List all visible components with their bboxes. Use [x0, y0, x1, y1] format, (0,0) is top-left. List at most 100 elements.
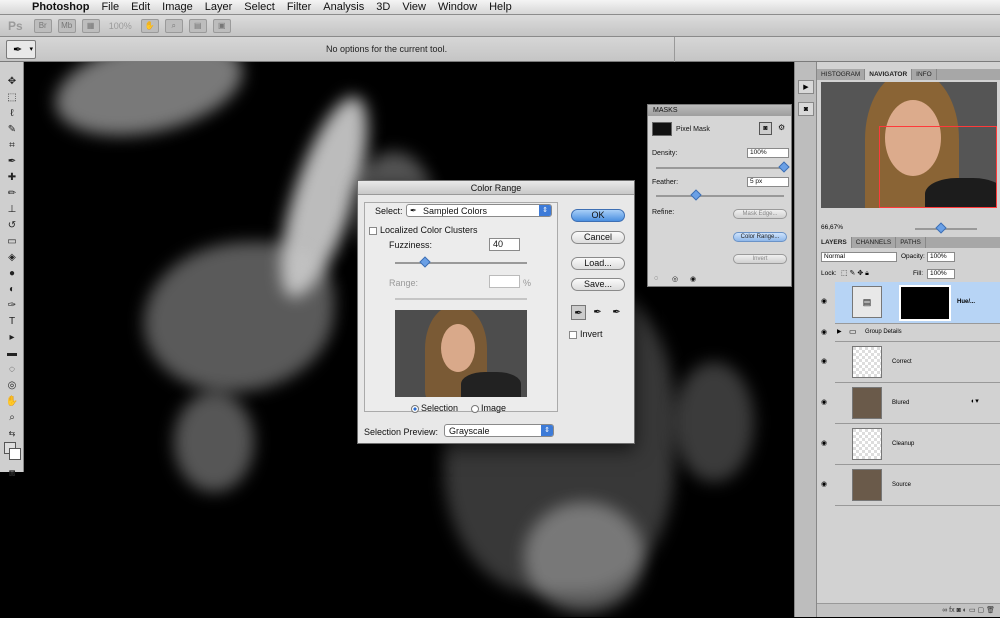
- menu-view[interactable]: View: [396, 1, 432, 13]
- menu-app[interactable]: Photoshop: [26, 1, 95, 13]
- density-input[interactable]: 100%: [747, 148, 789, 158]
- checkbox-box[interactable]: [369, 226, 377, 235]
- masks-panel-icon[interactable]: ◙: [798, 102, 814, 116]
- new-group-icon[interactable]: ▭: [969, 607, 976, 614]
- zoom-tool-icon[interactable]: ⌕: [164, 18, 183, 33]
- fuzziness-slider-thumb[interactable]: [419, 256, 432, 268]
- radio-off[interactable]: [471, 404, 479, 413]
- play-icon[interactable]: ▶: [798, 80, 814, 94]
- image-radio[interactable]: Image: [471, 403, 506, 413]
- hand-tool-icon[interactable]: ✋: [0, 394, 24, 410]
- pen-tool-icon[interactable]: ✑: [0, 298, 24, 314]
- zoom-tool-icon[interactable]: ⌕: [0, 410, 24, 426]
- smart-filter-icon[interactable]: ◐▾: [971, 397, 979, 405]
- menu-layer[interactable]: Layer: [199, 1, 239, 13]
- fill-input[interactable]: 100%: [927, 269, 955, 279]
- expand-triangle-icon[interactable]: ▶: [837, 328, 842, 335]
- tab-histogram[interactable]: HISTOGRAM: [817, 69, 866, 80]
- visibility-icon[interactable]: ◉: [690, 275, 696, 283]
- paint-bucket-tool-icon[interactable]: ◈: [0, 250, 24, 266]
- zoom-level[interactable]: 100%: [109, 21, 132, 31]
- save-button[interactable]: Save...: [571, 278, 625, 291]
- masks-panel-title[interactable]: MASKS: [648, 105, 791, 116]
- minibridge-button[interactable]: Mb: [57, 18, 76, 33]
- vector-mask-icon[interactable]: ⚙: [778, 123, 785, 132]
- menu-file[interactable]: File: [95, 1, 125, 13]
- color-range-button[interactable]: Color Range...: [733, 232, 787, 242]
- dodge-tool-icon[interactable]: ◐: [0, 282, 24, 298]
- selection-preview-dropdown[interactable]: Grayscale ⇕: [444, 424, 554, 437]
- bridge-button[interactable]: Br: [33, 18, 52, 33]
- background-color-swatch[interactable]: [9, 448, 21, 460]
- swap-colors-icon[interactable]: ⇆: [0, 426, 24, 442]
- quick-selection-tool-icon[interactable]: ✎: [0, 122, 24, 138]
- link-layers-icon[interactable]: ∞: [942, 607, 947, 614]
- eye-icon[interactable]: ◉: [821, 398, 827, 406]
- menu-select[interactable]: Select: [238, 1, 281, 13]
- hand-tool-icon[interactable]: ✋: [140, 18, 159, 33]
- menu-window[interactable]: Window: [432, 1, 483, 13]
- tab-paths[interactable]: PATHS: [896, 237, 926, 248]
- feather-slider-thumb[interactable]: [690, 189, 702, 201]
- fuzziness-input[interactable]: 40: [489, 238, 520, 251]
- navigator-preview[interactable]: [821, 82, 997, 208]
- eye-icon[interactable]: ◉: [821, 328, 827, 336]
- 3d-rotate-tool-icon[interactable]: ◌: [0, 362, 24, 378]
- selection-radio[interactable]: Selection: [411, 403, 458, 413]
- navigator-zoom-slider[interactable]: [915, 222, 977, 234]
- quick-mask-icon[interactable]: ◙: [0, 466, 24, 482]
- screen-mode-button[interactable]: ▣: [212, 18, 231, 33]
- fx-icon[interactable]: fx: [949, 607, 954, 614]
- lock-icons[interactable]: ⬚ ✎ ✥ 🔒︎: [841, 269, 869, 278]
- eye-icon[interactable]: ◉: [821, 439, 827, 447]
- pixel-mask-icon[interactable]: ◙: [759, 122, 772, 135]
- navigator-zoom-thumb[interactable]: [935, 222, 947, 234]
- load-selection-icon[interactable]: ◌: [654, 275, 658, 282]
- menu-filter[interactable]: Filter: [281, 1, 317, 13]
- eyedropper-tool-icon[interactable]: ✒: [0, 154, 24, 170]
- adjustment-layer-icon[interactable]: ◐: [963, 607, 967, 614]
- feather-slider[interactable]: [656, 189, 784, 201]
- eye-icon[interactable]: ◉: [821, 297, 827, 305]
- layer-hue[interactable]: ◉ ▤ Hue/...: [821, 282, 1000, 324]
- fuzziness-slider[interactable]: [395, 256, 527, 268]
- density-slider[interactable]: [656, 161, 790, 173]
- menu-analysis[interactable]: Analysis: [317, 1, 370, 13]
- menu-help[interactable]: Help: [483, 1, 518, 13]
- checkbox-box[interactable]: [569, 330, 577, 339]
- lasso-tool-icon[interactable]: ℓ: [0, 106, 24, 122]
- view-extras-button[interactable]: ▦: [81, 18, 100, 33]
- menu-3d[interactable]: 3D: [370, 1, 396, 13]
- crop-tool-icon[interactable]: ⌗: [0, 138, 24, 154]
- layer-correct[interactable]: ◉ Correct: [821, 342, 1000, 383]
- brush-tool-icon[interactable]: ✏: [0, 186, 24, 202]
- menu-image[interactable]: Image: [156, 1, 199, 13]
- marquee-tool-icon[interactable]: ⬚: [0, 90, 24, 106]
- ok-button[interactable]: OK: [571, 209, 625, 222]
- layer-source[interactable]: ◉ Source: [821, 465, 1000, 506]
- shape-tool-icon[interactable]: ▬: [0, 346, 24, 362]
- navigator-view-box[interactable]: [879, 126, 997, 208]
- 3d-orbit-tool-icon[interactable]: ◎: [0, 378, 24, 394]
- opacity-input[interactable]: 100%: [927, 252, 955, 262]
- radio-on[interactable]: [411, 404, 419, 413]
- eyedropper-subtract-icon[interactable]: ✒: [609, 305, 624, 320]
- menu-edit[interactable]: Edit: [125, 1, 156, 13]
- healing-brush-tool-icon[interactable]: ✚: [0, 170, 24, 186]
- tab-layers[interactable]: LAYERS: [817, 237, 852, 248]
- feather-input[interactable]: 5 px: [747, 177, 789, 187]
- eye-icon[interactable]: ◉: [821, 480, 827, 488]
- layer-blured[interactable]: ◉ Blured ◐▾: [821, 383, 1000, 424]
- blend-mode-dropdown[interactable]: Normal: [821, 252, 897, 262]
- eyedropper-add-icon[interactable]: ✒: [590, 305, 605, 320]
- invert-checkbox[interactable]: Invert: [569, 329, 603, 339]
- apply-mask-icon[interactable]: ◎: [672, 275, 678, 283]
- move-tool-icon[interactable]: ✥: [0, 74, 24, 90]
- density-slider-thumb[interactable]: [778, 161, 790, 173]
- clone-stamp-tool-icon[interactable]: ⊥: [0, 202, 24, 218]
- add-mask-icon[interactable]: ◙: [957, 607, 961, 614]
- tool-preset-picker[interactable]: ✒ ▾: [6, 40, 36, 59]
- load-button[interactable]: Load...: [571, 257, 625, 270]
- select-dropdown[interactable]: ✒ Sampled Colors ⇕: [406, 204, 552, 217]
- layer-group[interactable]: ◉ ▶ ▭ Group Details: [821, 324, 1000, 342]
